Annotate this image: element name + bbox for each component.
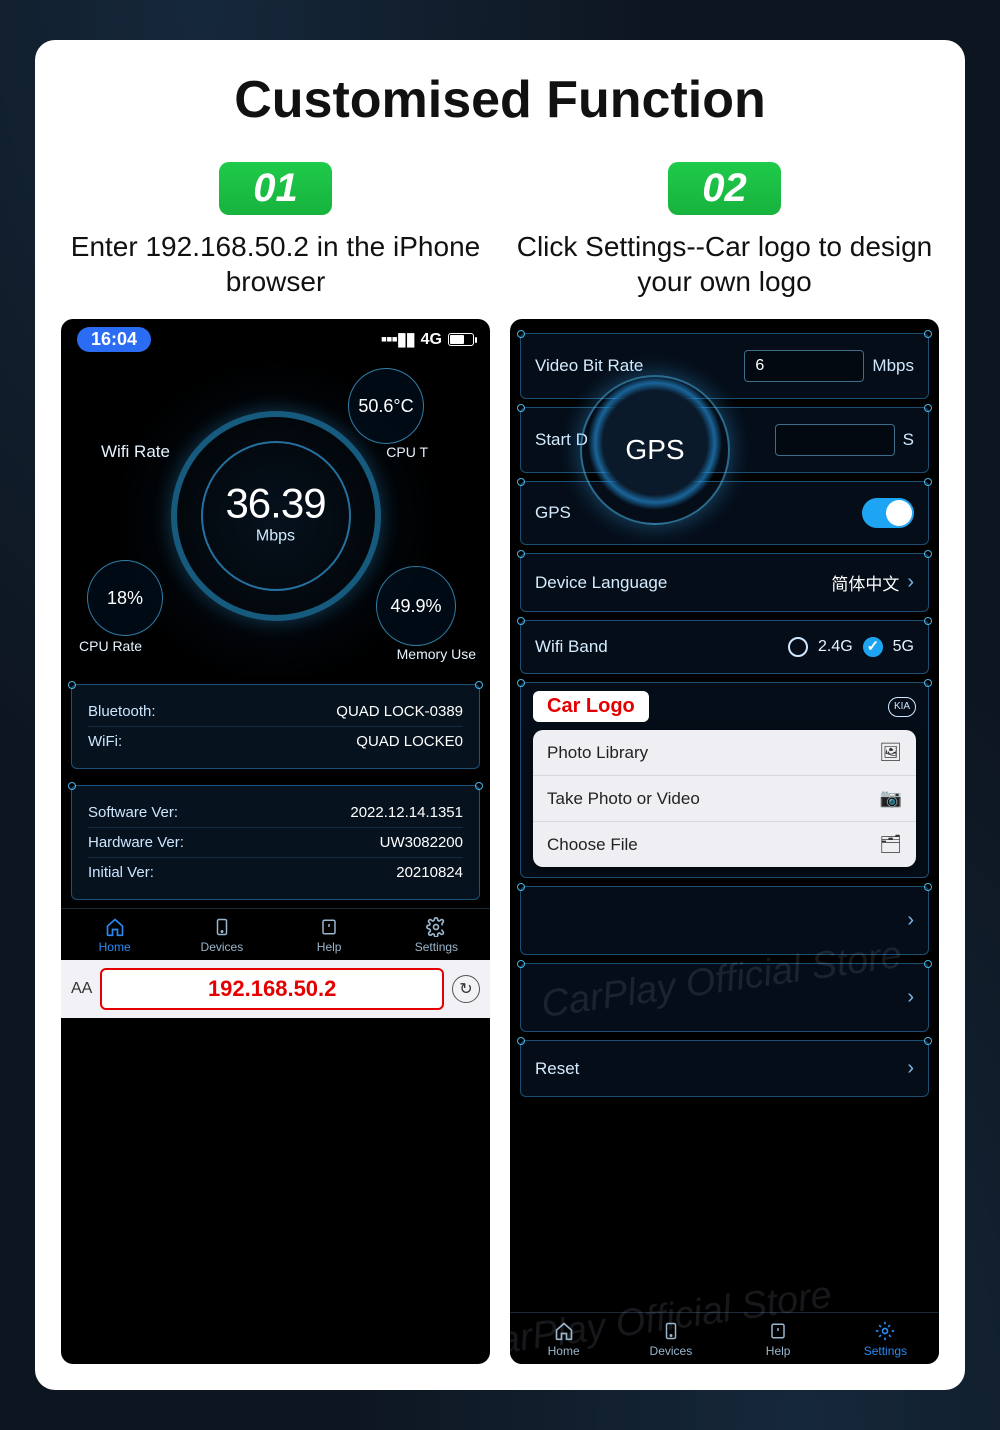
card: Customised Function 01 Enter 192.168.50.…: [35, 40, 965, 1390]
tab-devices[interactable]: Devices: [168, 909, 275, 960]
hardware-ver-value: UW3082200: [380, 834, 463, 851]
bluetooth-value: QUAD LOCK-0389: [336, 703, 463, 720]
browser-urlbar: AA 192.168.50.2 ↻: [61, 960, 490, 1018]
dashboard: Wifi Rate 36.39 Mbps 50.6°C CPU T 18% CP…: [61, 356, 490, 676]
connection-panel: Bluetooth: QUAD LOCK-0389 WiFi: QUAD LOC…: [71, 684, 480, 769]
car-logo-popup: Photo Library 🖼 Take Photo or Video 📷 Ch…: [533, 730, 916, 867]
folder-icon: 🗂: [879, 834, 902, 855]
tab-settings[interactable]: Settings: [383, 909, 490, 960]
row-device-language[interactable]: Device Language 简体中文 ›: [520, 553, 929, 612]
row-gps[interactable]: GPS: [520, 481, 929, 545]
network-label: 4G: [421, 331, 442, 349]
software-ver-value: 2022.12.14.1351: [350, 804, 463, 821]
initial-ver-label: Initial Ver:: [88, 864, 154, 881]
gps-highlight-bubble: GPS: [580, 375, 730, 525]
bluetooth-label: Bluetooth:: [88, 703, 156, 720]
tab-settings[interactable]: Settings: [832, 1313, 939, 1364]
devices-icon: [212, 917, 232, 937]
reload-button[interactable]: ↻: [452, 975, 480, 1003]
status-bar: 16:04 ▪▪▪▮▮ 4G: [61, 319, 490, 356]
wifi-band-24g-radio[interactable]: [788, 637, 808, 657]
video-bitrate-input[interactable]: 6: [744, 350, 864, 382]
row-video-bitrate[interactable]: Video Bit Rate 6 Mbps: [520, 333, 929, 399]
tab-help[interactable]: Help: [276, 909, 383, 960]
step-caption-2: Click Settings--Car logo to design your …: [510, 229, 939, 301]
start-delay-input[interactable]: [775, 424, 895, 456]
column-step-2: 02 Click Settings--Car logo to design yo…: [510, 162, 939, 1364]
chevron-right-icon: ›: [907, 909, 914, 932]
memory-gauge: 49.9%: [376, 566, 456, 646]
devices-icon: [661, 1321, 681, 1341]
phone-screenshot: 16:04 ▪▪▪▮▮ 4G Wifi Rate 36.39 Mbps: [61, 319, 490, 1364]
step-caption-1: Enter 192.168.50.2 in the iPhone browser: [61, 229, 490, 301]
row-hidden-2[interactable]: ›: [520, 963, 929, 1032]
row-hidden-1[interactable]: ›: [520, 886, 929, 955]
settings-tabbar: Home Devices Help: [510, 1312, 939, 1364]
page-title: Customised Function: [61, 70, 939, 130]
brand-badge: KIA: [888, 697, 916, 717]
row-wifi-band[interactable]: Wifi Band 2.4G 5G: [520, 620, 929, 674]
hardware-ver-label: Hardware Ver:: [88, 834, 184, 851]
step-badge-2: 02: [668, 162, 781, 215]
wifi-value: QUAD LOCKE0: [356, 733, 463, 750]
cpu-rate-gauge: 18%: [87, 560, 163, 636]
column-step-1: 01 Enter 192.168.50.2 in the iPhone brow…: [61, 162, 490, 1364]
signal-icon: ▪▪▪▮▮: [381, 329, 415, 350]
cpu-temp-label: CPU T: [386, 444, 428, 460]
camera-icon: 📷: [880, 788, 902, 809]
row-reset[interactable]: Reset ›: [520, 1040, 929, 1097]
chevron-right-icon: ›: [907, 986, 914, 1009]
language-value: 简体中文: [831, 570, 899, 595]
popup-photo-library[interactable]: Photo Library 🖼: [533, 730, 916, 775]
chevron-right-icon: ›: [907, 1057, 914, 1080]
wifi-rate-label: Wifi Rate: [101, 442, 170, 462]
photo-library-icon: 🖼: [879, 742, 902, 763]
chevron-right-icon: ›: [907, 571, 914, 594]
help-icon: [319, 917, 339, 937]
battery-icon: [448, 333, 474, 346]
gear-icon: [426, 917, 446, 937]
url-field[interactable]: 192.168.50.2: [100, 968, 444, 1010]
popup-take-photo[interactable]: Take Photo or Video 📷: [533, 775, 916, 821]
popup-choose-file[interactable]: Choose File 🗂: [533, 821, 916, 867]
tab-devices[interactable]: Devices: [617, 1313, 724, 1364]
tab-home[interactable]: Home: [510, 1313, 617, 1364]
memory-label: Memory Use: [397, 646, 476, 662]
wifi-label: WiFi:: [88, 733, 122, 750]
settings-screenshot: GPS Video Bit Rate 6 Mbps Start D: [510, 319, 939, 1364]
home-icon: [105, 917, 125, 937]
tab-home[interactable]: Home: [61, 909, 168, 960]
step-badge-1: 01: [219, 162, 332, 215]
software-ver-label: Software Ver:: [88, 804, 178, 821]
reload-icon: ↻: [459, 979, 472, 999]
text-size-button[interactable]: AA: [71, 980, 92, 998]
bottom-tabbar: Home Devices Help: [61, 908, 490, 960]
cpu-rate-label: CPU Rate: [79, 638, 142, 654]
gear-icon: [875, 1321, 895, 1341]
initial-ver-value: 20210824: [396, 864, 463, 881]
wifi-rate-value: 36.39 Mbps: [225, 480, 325, 546]
car-logo-pill: Car Logo: [533, 691, 649, 722]
row-car-logo[interactable]: Car Logo KIA Photo Library 🖼 Take Photo …: [520, 682, 929, 878]
versions-panel: Software Ver: 2022.12.14.1351 Hardware V…: [71, 785, 480, 900]
wifi-band-5g-radio[interactable]: [863, 637, 883, 657]
tab-help[interactable]: Help: [725, 1313, 832, 1364]
help-icon: [768, 1321, 788, 1341]
home-icon: [554, 1321, 574, 1341]
cpu-temp-gauge: 50.6°C: [348, 368, 424, 444]
gps-toggle[interactable]: [862, 498, 914, 528]
status-time: 16:04: [77, 327, 151, 352]
